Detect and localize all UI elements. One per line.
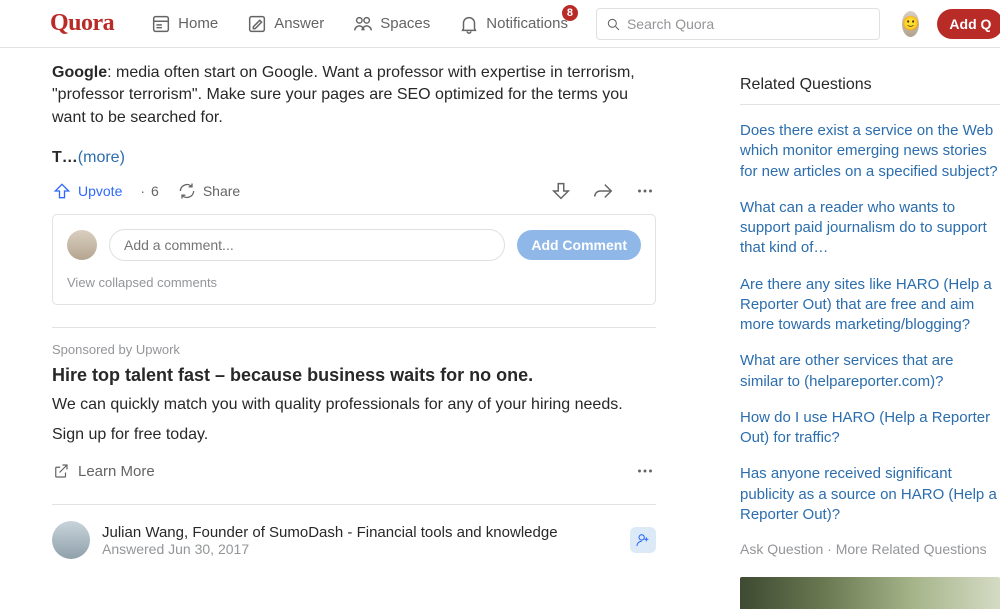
answer-text: Google: media often start on Google. Wan…: [52, 48, 656, 170]
quora-logo[interactable]: Quora: [50, 10, 114, 37]
answer-bold-lead: Google: [52, 64, 107, 81]
share-button[interactable]: Share: [177, 181, 240, 201]
person-plus-icon: [635, 532, 651, 548]
upvote-button[interactable]: Upvote: [52, 181, 122, 201]
divider: [52, 327, 656, 328]
divider: [52, 504, 656, 505]
more-icon[interactable]: [634, 180, 656, 202]
ask-question-link[interactable]: Ask Question: [740, 541, 823, 557]
related-question-link[interactable]: What can a reader who wants to support p…: [740, 198, 1000, 259]
upvote-label: Upvote: [78, 183, 122, 199]
related-question-link[interactable]: Has anyone received significant publicit…: [740, 464, 1000, 525]
learn-more-link[interactable]: Learn More: [52, 462, 155, 480]
nav-answer[interactable]: Answer: [232, 7, 338, 41]
nav-label: Spaces: [380, 15, 430, 32]
people-icon: [352, 13, 374, 35]
upvote-icon: [52, 181, 72, 201]
sponsored-label: Sponsored by Upwork: [52, 342, 656, 357]
nav-label: Home: [178, 15, 218, 32]
top-nav: Quora Home Answer Spaces Notifications 8…: [0, 0, 1000, 48]
comment-input[interactable]: [109, 229, 505, 261]
promo-title[interactable]: Hire top talent fast – because business …: [52, 365, 656, 386]
external-link-icon: [52, 462, 70, 480]
add-question-button[interactable]: Add Q: [937, 9, 1000, 39]
add-comment-button[interactable]: Add Comment: [517, 230, 641, 260]
sidebar-footer: Ask Question · More Related Questions: [740, 541, 1000, 557]
answer-actions: Upvote · 6 Share: [52, 170, 656, 214]
author-avatar[interactable]: [52, 521, 90, 559]
home-icon: [150, 13, 172, 35]
divider: [740, 104, 1000, 105]
nav-spaces[interactable]: Spaces: [338, 7, 444, 41]
follow-user-button[interactable]: [630, 527, 656, 553]
answer-author-row: Julian Wang, Founder of SumoDash - Finan…: [52, 521, 656, 559]
separator-dot: ·: [140, 183, 145, 199]
commenter-avatar[interactable]: [67, 230, 97, 260]
answered-date: Answered Jun 30, 2017: [102, 541, 558, 557]
answer-body-text: : media often start on Google. Want a pr…: [52, 64, 635, 126]
promo-body-2: Sign up for free today.: [52, 424, 656, 446]
related-question-link[interactable]: How do I use HARO (Help a Reporter Out) …: [740, 408, 1000, 449]
user-avatar[interactable]: 🙂: [902, 11, 919, 37]
related-question-link[interactable]: Does there exist a service on the Web wh…: [740, 121, 1000, 182]
search-icon: [605, 16, 621, 32]
nav-home[interactable]: Home: [136, 7, 232, 41]
sidebar: Related Questions Does there exist a ser…: [740, 48, 1000, 609]
nav-links: Home Answer Spaces Notifications 8: [136, 7, 582, 41]
share-label: Share: [203, 183, 240, 199]
answer-truncated: T…: [52, 149, 78, 166]
related-question-link[interactable]: What are other services that are similar…: [740, 351, 1000, 392]
nav-notifications[interactable]: Notifications 8: [444, 7, 582, 41]
learn-more-label: Learn More: [78, 463, 155, 480]
nav-label: Answer: [274, 15, 324, 32]
more-related-link[interactable]: More Related Questions: [836, 541, 987, 557]
author-name[interactable]: Julian Wang, Founder of SumoDash - Finan…: [102, 524, 558, 541]
search-input[interactable]: Search Quora: [596, 8, 880, 40]
share-arrow-icon[interactable]: [592, 180, 614, 202]
bell-icon: [458, 13, 480, 35]
main-column: Google: media often start on Google. Wan…: [52, 48, 656, 609]
related-title: Related Questions: [740, 76, 1000, 94]
upvote-count: 6: [151, 183, 159, 199]
related-question-link[interactable]: Are there any sites like HARO (Help a Re…: [740, 275, 1000, 336]
promo-body-1: We can quickly match you with quality pr…: [52, 394, 656, 416]
notification-badge: 8: [562, 5, 578, 21]
sidebar-image[interactable]: [740, 577, 1000, 609]
more-icon[interactable]: [634, 460, 656, 482]
pencil-icon: [246, 13, 268, 35]
search-placeholder: Search Quora: [627, 16, 714, 32]
nav-label: Notifications: [486, 15, 568, 32]
more-link[interactable]: (more): [78, 149, 125, 166]
comment-box: Add Comment View collapsed comments: [52, 214, 656, 305]
search-container: Search Quora: [596, 8, 880, 40]
downvote-icon[interactable]: [550, 180, 572, 202]
view-collapsed-link[interactable]: View collapsed comments: [67, 275, 641, 290]
recycle-icon: [177, 181, 197, 201]
